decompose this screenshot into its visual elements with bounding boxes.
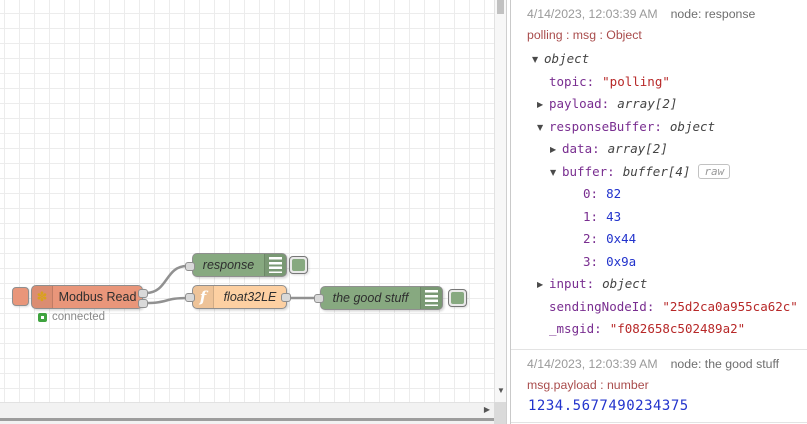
response-input-port[interactable]: [185, 262, 195, 271]
modbus-status-label: connected: [52, 311, 106, 323]
modbus-node-button[interactable]: [12, 287, 29, 306]
wire-modbus-to-response[interactable]: [144, 264, 189, 295]
modbus-node-label: Modbus Read: [58, 290, 137, 304]
good-stuff-debug-toggle-state: [451, 292, 464, 304]
modbus-icon-region: ✽: [32, 286, 53, 308]
chevron-right-icon[interactable]: ▶: [537, 274, 549, 297]
debug-list-icon-stripes: [269, 257, 282, 273]
function-f-icon: f: [199, 288, 207, 306]
wire-modbus-to-function[interactable]: [144, 296, 189, 305]
chevron-right-icon[interactable]: ▶: [537, 94, 549, 117]
chevron-right-icon[interactable]: ▶: [550, 139, 562, 162]
modbus-output-port-2[interactable]: [138, 299, 148, 308]
string-value: "polling": [602, 73, 670, 89]
function-icon-region: f: [193, 286, 214, 308]
node-red-window: ✽ Modbus Read response f float32LE the g…: [0, 0, 807, 424]
debug-list-icon-stripes: [425, 290, 438, 306]
function-node-label: float32LE: [223, 290, 277, 304]
tree-row: ▶ data: array[2]: [511, 138, 807, 161]
message-header: 4/14/2023, 12:03:39 AM node: the good st…: [511, 357, 807, 371]
flow-canvas[interactable]: ✽ Modbus Read response f float32LE the g…: [0, 0, 494, 402]
response-node-label: response: [202, 258, 255, 272]
debug-message-good-stuff: 4/14/2023, 12:03:39 AM node: the good st…: [511, 350, 807, 423]
message-timestamp: 4/14/2023, 12:03:39 AM: [527, 356, 658, 371]
object-key: topic:: [549, 73, 595, 89]
message-path: polling : msg : Object: [527, 28, 642, 42]
response-debug-node[interactable]: response: [192, 253, 287, 277]
tree-row: ▼ object: [511, 48, 807, 71]
tree-row: topic: "polling": [511, 71, 807, 94]
object-type: array[2]: [607, 141, 668, 156]
debug-sidebar: 4/14/2023, 12:03:39 AM node: response po…: [510, 0, 807, 424]
object-type: object: [602, 276, 648, 291]
array-index: 1:: [583, 208, 599, 224]
tree-row: ▼ buffer: buffer[4] raw: [511, 161, 807, 184]
message-path: msg.payload : number: [527, 377, 649, 392]
object-key: input:: [549, 276, 595, 291]
chevron-down-icon[interactable]: ▼: [532, 49, 544, 72]
sidebar-divider: [506, 0, 507, 424]
tree-row: ▶ payload: array[2]: [511, 93, 807, 116]
payload-number-value: 1234.5677490234375: [528, 397, 689, 414]
response-debug-toggle-button[interactable]: [289, 256, 308, 274]
object-key: responseBuffer:: [549, 118, 662, 134]
array-index: 2:: [583, 231, 599, 246]
modbus-output-port-1[interactable]: [138, 289, 148, 298]
number-value: 43: [606, 208, 622, 224]
object-key: _msgid:: [549, 321, 602, 336]
chevron-down-icon[interactable]: ▼: [537, 117, 549, 140]
response-debug-toggle-state: [292, 259, 305, 271]
good-stuff-debug-toggle-button[interactable]: [448, 289, 467, 307]
message-header: 4/14/2023, 12:03:39 AM node: response: [511, 7, 807, 21]
tree-row: sendingNodeId: "25d2ca0a955ca62c": [511, 296, 807, 319]
object-type: object: [544, 51, 590, 66]
modbus-gear-icon: ✽: [36, 289, 48, 305]
object-tree: ▼ object topic: "polling" ▶ payload: array[2…: [511, 48, 807, 341]
horizontal-scrollbar-track[interactable]: [0, 402, 494, 417]
object-type: array[2]: [617, 96, 678, 111]
tree-row: 1: 43: [511, 206, 807, 229]
float32le-function-node[interactable]: f float32LE: [192, 285, 287, 309]
function-output-port[interactable]: [281, 293, 291, 302]
number-value: 0x44: [606, 231, 637, 246]
object-type: buffer[4]: [622, 163, 691, 179]
message-source-node: node: the good stuff: [670, 356, 780, 371]
tree-row: _msgid: "f082658c502489a2": [511, 318, 807, 341]
function-input-port[interactable]: [185, 293, 195, 302]
good-stuff-node-label: the good stuff: [332, 291, 409, 305]
vertical-scrollbar-thumb[interactable]: [497, 0, 504, 14]
string-value: "25d2ca0a955ca62c": [662, 298, 798, 314]
tree-row: ▼ responseBuffer: object: [511, 116, 807, 139]
debug-list-icon: [420, 287, 442, 309]
array-index: 3:: [583, 253, 599, 269]
debug-message-response: 4/14/2023, 12:03:39 AM node: response po…: [511, 0, 807, 350]
scroll-right-arrow-icon[interactable]: ▶: [480, 403, 494, 417]
message-timestamp: 4/14/2023, 12:03:39 AM: [527, 7, 658, 21]
number-value: 82: [606, 186, 622, 201]
object-key: data:: [562, 141, 600, 156]
object-key: sendingNodeId:: [549, 298, 655, 314]
tree-row: ▶ input: object: [511, 273, 807, 296]
string-value: "f082658c502489a2": [609, 321, 746, 336]
modbus-read-node[interactable]: ✽ Modbus Read: [31, 285, 143, 309]
tree-row: 0: 82: [511, 183, 807, 206]
good-stuff-input-port[interactable]: [314, 294, 324, 303]
object-type: object: [669, 118, 716, 134]
debug-list-icon: [264, 254, 286, 276]
object-key: payload:: [549, 96, 610, 111]
object-key: buffer:: [562, 163, 615, 179]
number-value: 0x9a: [606, 253, 637, 269]
modbus-status-dot: [38, 313, 47, 322]
raw-button[interactable]: raw: [698, 163, 731, 179]
chevron-down-icon[interactable]: ▼: [550, 162, 562, 185]
array-index: 0:: [583, 186, 599, 201]
tree-row: 3: 0x9a: [511, 251, 807, 274]
window-scrollbar-thumb[interactable]: [0, 418, 494, 421]
message-source-node: node: response: [670, 7, 756, 21]
the-good-stuff-debug-node[interactable]: the good stuff: [320, 286, 443, 310]
wires-layer: [144, 264, 320, 305]
tree-row: 2: 0x44: [511, 228, 807, 251]
